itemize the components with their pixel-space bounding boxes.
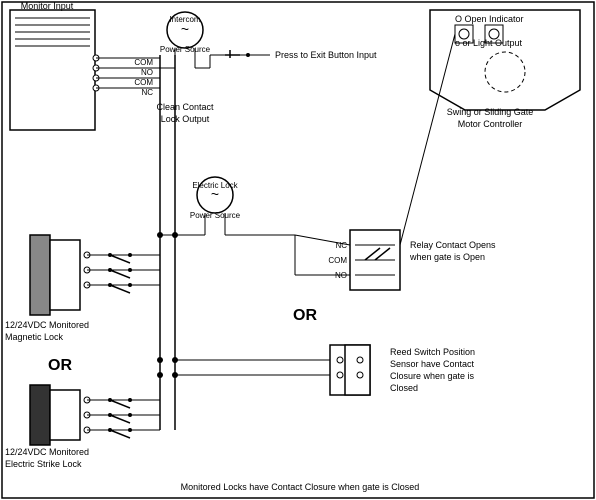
svg-text:COM: COM	[134, 78, 153, 87]
wiring-diagram: Monitor Input COM NO COM NC ~ Intercom P…	[0, 0, 596, 500]
svg-text:Magnetic Lock: Magnetic Lock	[5, 332, 64, 342]
svg-text:COM: COM	[134, 58, 153, 67]
svg-text:Electric Strike Lock: Electric Strike Lock	[5, 459, 82, 469]
svg-text:Closure when gate is: Closure when gate is	[390, 371, 475, 381]
svg-text:Lock Output: Lock Output	[161, 114, 210, 124]
svg-text:12/24VDC Monitored: 12/24VDC Monitored	[5, 447, 89, 457]
svg-text:Reed Switch Position: Reed Switch Position	[390, 347, 475, 357]
svg-text:Closed: Closed	[390, 383, 418, 393]
svg-text:OR: OR	[48, 357, 72, 374]
svg-text:when gate is Open: when gate is Open	[409, 252, 485, 262]
svg-text:OR: OR	[293, 307, 317, 324]
svg-text:NC: NC	[141, 88, 153, 97]
svg-text:12/24VDC Monitored: 12/24VDC Monitored	[5, 320, 89, 330]
svg-text:Sensor have Contact: Sensor have Contact	[390, 359, 475, 369]
svg-text:Power Source: Power Source	[160, 45, 211, 54]
svg-text:O Open Indicator: O Open Indicator	[455, 14, 524, 24]
svg-text:Monitored Locks have Contact C: Monitored Locks have Contact Closure whe…	[181, 482, 420, 492]
svg-text:Power Source: Power Source	[190, 211, 241, 220]
svg-text:Clean Contact: Clean Contact	[156, 102, 214, 112]
svg-text:Relay Contact Opens: Relay Contact Opens	[410, 240, 496, 250]
svg-text:Press to Exit Button Input: Press to Exit Button Input	[275, 50, 377, 60]
svg-text:Swing or Sliding Gate: Swing or Sliding Gate	[447, 107, 534, 117]
svg-text:Intercom: Intercom	[169, 15, 200, 24]
svg-text:Electric Lock: Electric Lock	[192, 181, 238, 190]
svg-text:Motor Controller: Motor Controller	[458, 119, 523, 129]
svg-text:COM: COM	[328, 256, 347, 265]
svg-text:NO: NO	[141, 68, 153, 77]
svg-text:o or Light Output: o or Light Output	[455, 38, 523, 48]
